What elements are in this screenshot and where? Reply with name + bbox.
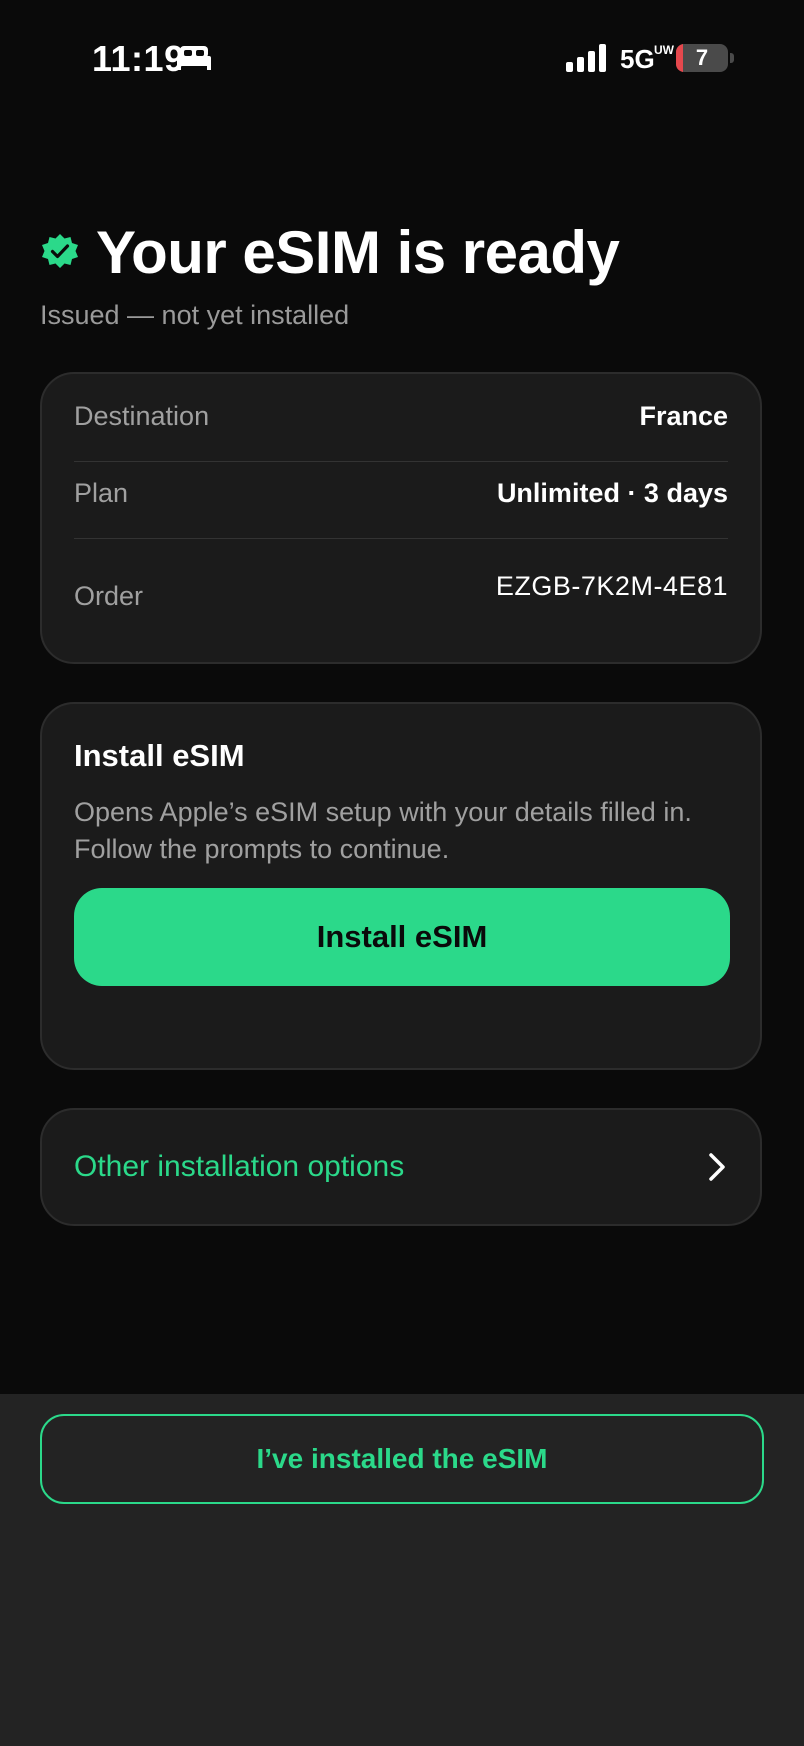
other-installation-options-row[interactable]: Other installation options [40,1108,762,1226]
detail-label: Plan [74,477,129,508]
bottom-action-panel: I’ve installed the eSIM [0,1394,804,1746]
detail-label: Order [74,580,144,611]
page-title: Your eSIM is ready [96,219,620,286]
status-time: 11:19 [92,38,185,79]
divider [74,538,728,539]
sleep-icon [177,46,211,70]
installed-esim-button[interactable]: I’ve installed the eSIM [40,1414,764,1504]
install-card: Install eSIM Opens Apple’s eSIM setup wi… [40,702,762,1070]
battery-cap [730,53,734,63]
detail-value: France [639,400,728,431]
status-bar: 11:19 5G UW 7 [0,0,804,120]
install-esim-button[interactable]: Install eSIM [74,888,730,986]
page-subtitle: Issued — not yet installed [40,300,350,330]
battery-icon: 7 [676,44,728,72]
detail-row-destination: Destination France [74,378,728,454]
order-details-card: Destination France Plan Unlimited · 3 da… [40,372,762,664]
chevron-right-icon [709,1153,725,1181]
other-options-label: Other installation options [74,1150,405,1183]
battery-percent: 7 [695,45,709,70]
detail-value: Unlimited · 3 days [496,477,728,508]
verified-badge-icon [42,234,78,268]
install-card-title: Install eSIM [74,738,245,773]
network-type: 5G [620,44,655,74]
install-card-description: Opens Apple’s eSIM setup with your detai… [74,797,692,864]
detail-row-order: Order EZGB-7K2M-4E81 [74,550,728,630]
order-number: EZGB-7K2M-4E81 [495,570,728,601]
network-sup: UW [654,43,674,57]
detail-label: Destination [74,400,210,431]
signal-icon [566,44,606,72]
detail-row-plan: Plan Unlimited · 3 days [74,455,728,531]
